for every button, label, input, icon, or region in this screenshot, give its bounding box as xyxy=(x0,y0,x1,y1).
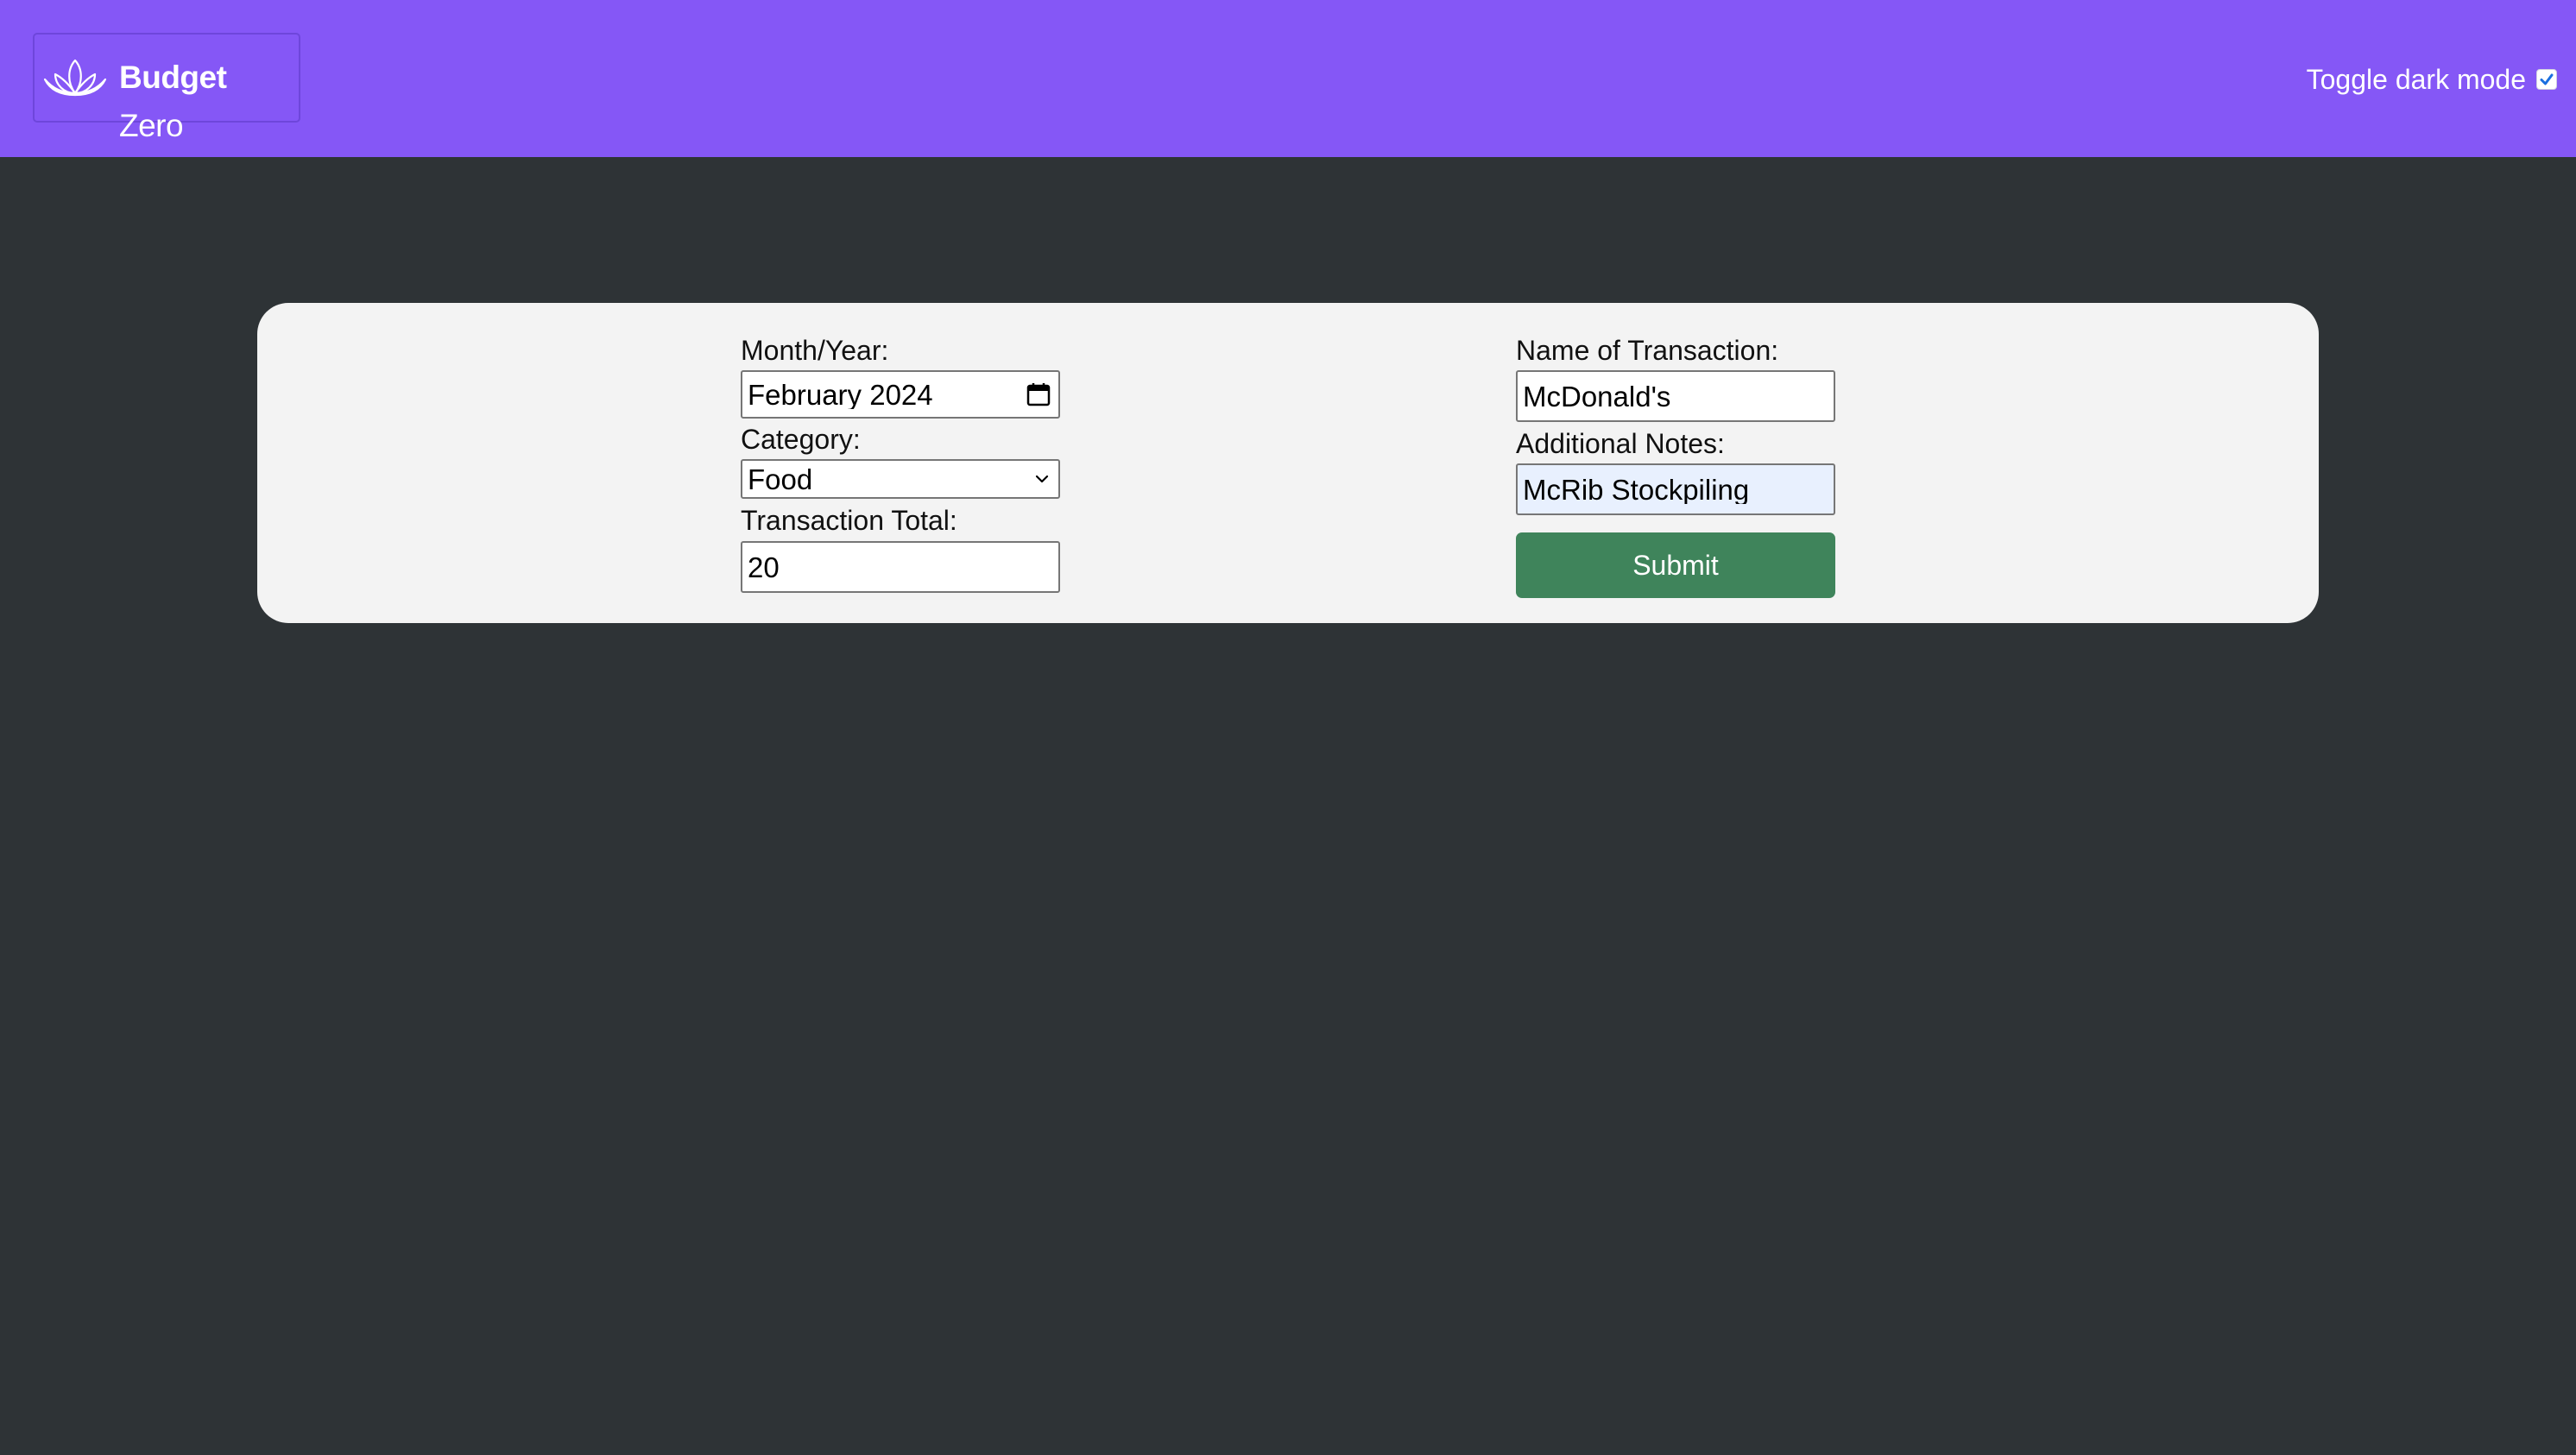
dark-mode-toggle-label[interactable]: Toggle dark mode xyxy=(2307,62,2526,97)
month-year-label: Month/Year: xyxy=(741,335,889,366)
additional-notes-label: Additional Notes: xyxy=(1516,428,1725,459)
category-selected-value: Food xyxy=(748,464,813,494)
transaction-total-label: Transaction Total: xyxy=(741,505,957,536)
calendar-icon[interactable] xyxy=(1026,381,1051,407)
transaction-name-input[interactable]: McDonald's xyxy=(1516,370,1835,422)
transaction-total-input[interactable]: 20 xyxy=(741,541,1060,593)
transaction-total-value: 20 xyxy=(748,552,780,582)
brand-name-light: Zero xyxy=(119,108,184,143)
chevron-down-icon xyxy=(1035,475,1049,483)
lotus-icon xyxy=(43,59,107,97)
month-year-input[interactable]: February 2024 xyxy=(741,370,1060,419)
submit-button[interactable]: Submit xyxy=(1516,532,1835,598)
transaction-form xyxy=(257,303,2319,623)
category-select[interactable]: Food xyxy=(741,459,1060,499)
additional-notes-value: McRib Stockpiling xyxy=(1523,475,1750,504)
brand-name: Budget Zero xyxy=(119,54,299,150)
checkmark-icon xyxy=(2540,73,2554,85)
navbar: Budget Zero Toggle dark mode xyxy=(0,0,2576,157)
additional-notes-input[interactable]: McRib Stockpiling xyxy=(1516,463,1835,515)
dark-mode-toggle[interactable]: Toggle dark mode xyxy=(2307,62,2557,97)
dark-mode-checkbox[interactable] xyxy=(2536,69,2557,90)
brand-logo-link[interactable]: Budget Zero xyxy=(33,33,300,143)
category-label: Category: xyxy=(741,424,861,455)
brand-name-bold: Budget xyxy=(119,60,227,95)
transaction-name-value: McDonald's xyxy=(1523,381,1671,411)
month-year-value: February 2024 xyxy=(748,380,933,409)
transaction-name-label: Name of Transaction: xyxy=(1516,335,1779,366)
